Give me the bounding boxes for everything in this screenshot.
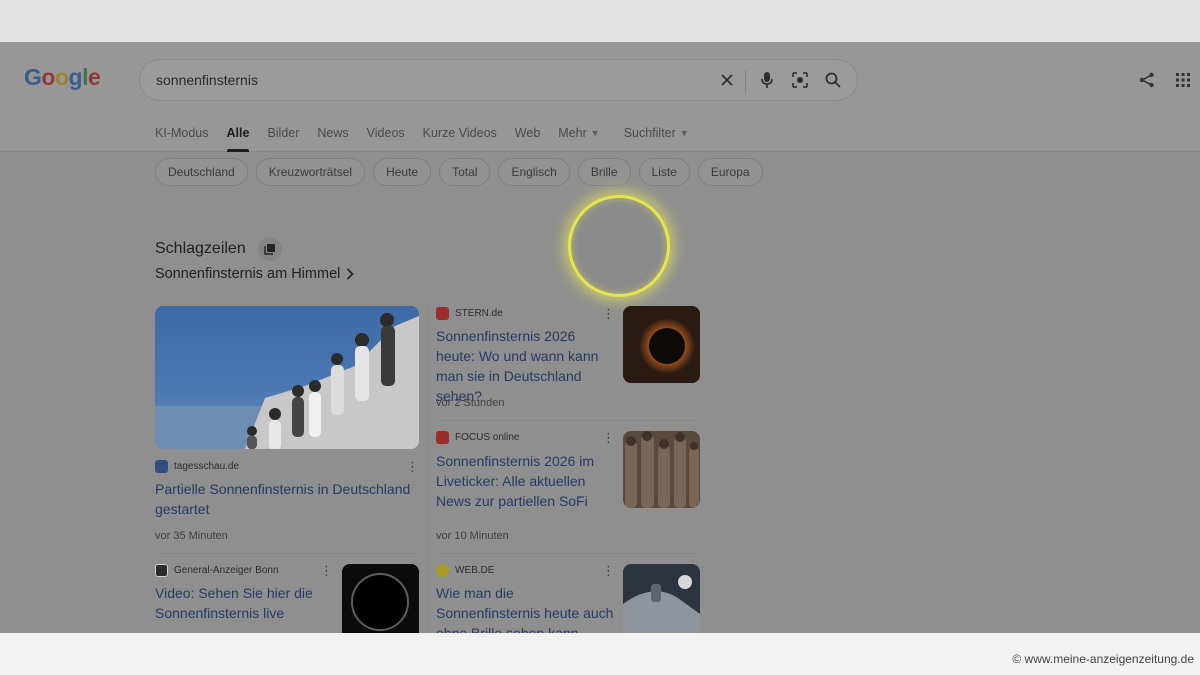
tab-kurze-videos[interactable]: Kurze Videos xyxy=(423,126,497,152)
chip-englisch[interactable]: Englisch xyxy=(498,158,570,186)
tab-alle[interactable]: Alle xyxy=(226,126,249,152)
news-thumbnail[interactable] xyxy=(342,564,419,641)
news-time: vor 10 Minuten xyxy=(436,530,509,542)
news-thumbnail[interactable] xyxy=(623,431,700,508)
browser-top-bar xyxy=(0,0,1200,42)
logo-letter: o xyxy=(41,64,55,90)
more-options-icon[interactable]: ⋮ xyxy=(602,307,615,320)
stern-favicon xyxy=(436,307,449,320)
google-logo[interactable]: Google xyxy=(24,64,101,91)
top-stories-title: Schlagzeilen xyxy=(155,240,246,257)
row-divider xyxy=(436,553,700,554)
logo-letter: g xyxy=(68,64,83,90)
news-headline[interactable]: Sonnenfinsternis 2026 heute: Wo und wann… xyxy=(436,326,618,406)
tab-news[interactable]: News xyxy=(317,126,348,152)
caret-down-icon: ▼ xyxy=(590,128,600,138)
row-divider xyxy=(155,553,419,554)
more-options-icon[interactable]: ⋮ xyxy=(406,460,419,473)
chip-liste[interactable]: Liste xyxy=(638,158,690,186)
chip-total[interactable]: Total xyxy=(439,158,491,186)
focus-favicon xyxy=(436,431,449,444)
tab-mehr[interactable]: Mehr ▼ xyxy=(558,126,599,152)
source-name: FOCUS online xyxy=(455,432,520,443)
tagesschau-favicon xyxy=(155,460,168,473)
tab-suchfilter-label: Suchfilter xyxy=(623,126,676,140)
search-box xyxy=(139,59,858,101)
logo-letter: o xyxy=(54,64,69,90)
more-options-icon[interactable]: ⋮ xyxy=(320,564,333,577)
news-time: vor 2 Stunden xyxy=(436,397,505,409)
news-headline[interactable]: Partielle Sonnenfinsternis in Deutschlan… xyxy=(155,479,417,519)
news-headline[interactable]: Video: Sehen Sie hier die Sonnenfinstern… xyxy=(155,583,335,623)
clear-icon[interactable] xyxy=(717,70,737,90)
apps-grid-icon[interactable] xyxy=(1172,69,1194,91)
story-topic-link[interactable]: Sonnenfinsternis am Himmel xyxy=(155,266,354,282)
search-input[interactable] xyxy=(156,60,696,100)
chip-europa[interactable]: Europa xyxy=(697,158,763,186)
webde-favicon xyxy=(436,564,449,577)
search-divider xyxy=(745,70,746,92)
news-source[interactable]: WEB.DE xyxy=(436,564,494,577)
chip-deutschland[interactable]: Deutschland xyxy=(155,158,248,186)
logo-letter: G xyxy=(24,64,42,90)
tab-ki-modus[interactable]: KI-Modus xyxy=(155,126,209,152)
chip-brille[interactable]: Brille xyxy=(577,158,631,186)
news-source[interactable]: tagesschau.de xyxy=(155,460,239,473)
news-image-large[interactable] xyxy=(155,306,419,449)
tab-videos[interactable]: Videos xyxy=(367,126,405,152)
source-name: General-Anzeiger Bonn xyxy=(174,565,279,576)
tab-bilder[interactable]: Bilder xyxy=(267,126,299,152)
tab-mehr-label: Mehr xyxy=(558,126,587,140)
news-thumbnail[interactable] xyxy=(623,306,700,383)
news-source[interactable]: STERN.de xyxy=(436,307,503,320)
search-header: Google KI-Modus Alle Bilder News Videos xyxy=(0,42,1200,152)
more-options-icon[interactable]: ⋮ xyxy=(602,431,615,444)
tab-web[interactable]: Web xyxy=(515,126,540,152)
eclipse-doodle xyxy=(568,195,670,297)
stack-icon[interactable] xyxy=(257,237,282,261)
news-source[interactable]: General-Anzeiger Bonn xyxy=(155,564,279,577)
logo-letter: e xyxy=(87,64,101,90)
chip-heute[interactable]: Heute xyxy=(373,158,432,186)
share-icon[interactable] xyxy=(1136,69,1158,91)
tab-suchfilter[interactable]: Suchfilter ▼ xyxy=(624,126,689,152)
more-options-icon[interactable]: ⋮ xyxy=(602,564,615,577)
source-name: STERN.de xyxy=(455,308,503,319)
news-time: vor 35 Minuten xyxy=(155,530,228,542)
ga-favicon xyxy=(155,564,168,577)
search-nav-tabs: KI-Modus Alle Bilder News Videos Kurze V… xyxy=(155,126,707,152)
source-name: tagesschau.de xyxy=(174,461,240,472)
news-thumbnail[interactable] xyxy=(623,564,700,641)
chip-kreuzwortraetsel[interactable]: Kreuzworträtsel xyxy=(255,158,366,186)
watermark: © www.meine-anzeigenzeitung.de xyxy=(1012,652,1194,666)
column-divider xyxy=(428,302,429,642)
news-headline[interactable]: Sonnenfinsternis 2026 im Liveticker: All… xyxy=(436,451,618,511)
row-divider xyxy=(436,420,700,421)
caret-down-icon: ▼ xyxy=(679,128,689,138)
news-source[interactable]: FOCUS online xyxy=(436,431,519,444)
lens-camera-icon[interactable] xyxy=(790,70,810,90)
chevron-right-icon xyxy=(347,268,354,280)
search-icon[interactable] xyxy=(823,70,843,90)
microphone-icon[interactable] xyxy=(757,70,777,90)
filter-chips: Deutschland Kreuzworträtsel Heute Total … xyxy=(155,158,763,186)
story-topic-label: Sonnenfinsternis am Himmel xyxy=(155,266,341,282)
source-name: WEB.DE xyxy=(455,565,495,576)
top-stories-heading: Schlagzeilen xyxy=(155,237,282,261)
